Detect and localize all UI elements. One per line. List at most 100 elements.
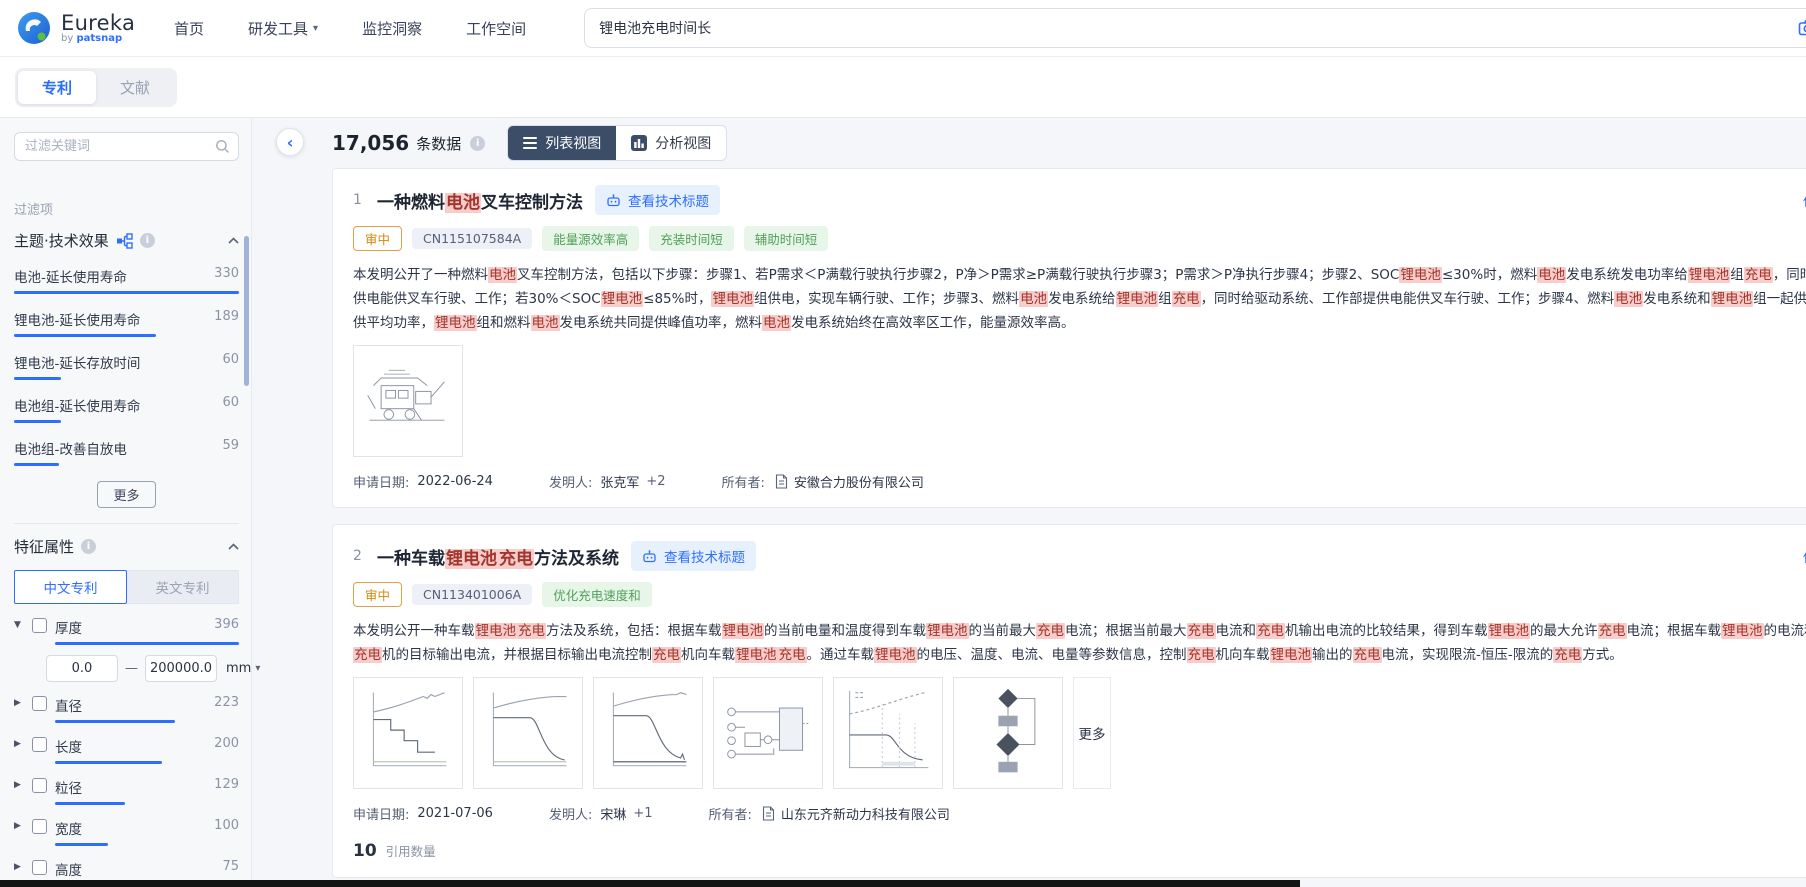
feature-filter-row[interactable]: ▶ 粒径129 — [14, 777, 239, 805]
patent-figure-thumbnail[interactable] — [593, 677, 703, 789]
nav-workspace[interactable]: 工作空间 — [466, 18, 526, 39]
patent-figure-thumbnail[interactable] — [353, 677, 463, 789]
patent-figure-thumbnail[interactable] — [713, 677, 823, 789]
inventor-more[interactable]: +2 — [646, 474, 665, 489]
info-icon[interactable]: i — [81, 539, 96, 554]
view-tech-title-button[interactable]: 查看技术标题 — [631, 541, 756, 571]
list-view-button[interactable]: 列表视图 — [508, 126, 616, 160]
range-max-input[interactable] — [145, 655, 217, 682]
patent-figures — [353, 345, 1806, 457]
inventor-more[interactable]: +1 — [633, 806, 652, 821]
topic-filter-count: 59 — [222, 438, 239, 458]
topic-filter-item[interactable]: 电池组-改善自放电59 — [14, 438, 239, 466]
tech-effect-tag[interactable]: 能量源效率高 — [542, 226, 639, 251]
camera-icon[interactable] — [1797, 17, 1806, 38]
topic-more-button[interactable]: 更多 — [97, 481, 155, 508]
patent-card: 1 一种燃料电池叉车控制方法 查看技术标题 保存 审中 CN115107584A… — [332, 168, 1806, 508]
analysis-view-button[interactable]: 分析视图 — [616, 126, 726, 160]
topic-filter-item[interactable]: 锂电池-延长使用寿命189 — [14, 309, 239, 337]
feature-filter-count: 223 — [214, 695, 239, 715]
keyword-filter-input[interactable] — [14, 132, 239, 161]
nav-monitor-insight[interactable]: 监控洞察 — [362, 18, 422, 39]
search-input[interactable] — [584, 8, 1806, 48]
feature-filter-label: 粒径 — [55, 777, 82, 797]
patent-abstract: 本发明公开一种车载锂电池充电方法及系统，包括：根据车载锂电池的当前电量和温度得到… — [353, 619, 1806, 667]
topic-filter-item[interactable]: 锂电池-延长存放时间60 — [14, 352, 239, 380]
patent-figures: 更多 — [353, 677, 1806, 789]
range-filter: — mm▾ — [46, 655, 239, 682]
info-icon[interactable]: i — [140, 233, 155, 248]
bar-chart-icon — [631, 135, 647, 151]
sidebar-collapse-button[interactable]: ‹ — [276, 128, 304, 156]
triangle-down-icon[interactable]: ▼ — [14, 620, 24, 630]
patent-figure-thumbnail[interactable] — [953, 677, 1063, 789]
patent-language-tabs: 中文专利 英文专利 — [14, 570, 239, 604]
publication-number[interactable]: CN115107584A — [412, 228, 532, 249]
feature-filter-count: 75 — [222, 859, 239, 879]
topic-filter-item[interactable]: 电池组-延长使用寿命60 — [14, 395, 239, 423]
chevron-up-icon[interactable] — [228, 237, 239, 244]
info-icon[interactable]: i — [470, 136, 485, 151]
more-figures-button[interactable]: 更多 — [1073, 677, 1111, 789]
result-type-tabs: 专利 文献 — [15, 68, 177, 107]
feature-filter-count: 100 — [214, 818, 239, 838]
feature-filter-bar — [55, 642, 239, 645]
checkbox[interactable] — [32, 778, 47, 793]
triangle-right-icon[interactable]: ▶ — [14, 698, 24, 708]
tech-effect-tag[interactable]: 充装时间短 — [649, 226, 734, 251]
patent-card-header: 1 一种燃料电池叉车控制方法 查看技术标题 — [353, 185, 1806, 215]
feature-filter-count: 396 — [214, 617, 239, 637]
checkbox[interactable] — [32, 737, 47, 752]
checkbox[interactable] — [32, 618, 47, 633]
checkbox[interactable] — [32, 819, 47, 834]
result-index: 1 — [353, 192, 365, 208]
patent-figure-thumbnail[interactable] — [353, 345, 463, 457]
topic-filter-label: 电池-延长使用寿命 — [14, 266, 127, 286]
tab-patent[interactable]: 专利 — [18, 71, 96, 104]
topic-filter-item[interactable]: 电池-延长使用寿命330 — [14, 266, 239, 294]
hierarchy-icon[interactable] — [116, 233, 133, 249]
feature-filter-row[interactable]: ▶ 直径223 — [14, 695, 239, 723]
feature-section-header[interactable]: 特征属性 i — [14, 536, 239, 557]
chevron-up-icon[interactable] — [228, 543, 239, 550]
tab-english-patent[interactable]: 英文专利 — [127, 570, 239, 604]
publication-number[interactable]: CN113401006A — [412, 584, 532, 605]
feature-filter-row[interactable]: ▶ 长度200 — [14, 736, 239, 764]
tab-chinese-patent[interactable]: 中文专利 — [14, 570, 127, 604]
patent-figure-thumbnail[interactable] — [473, 677, 583, 789]
triangle-right-icon[interactable]: ▶ — [14, 821, 24, 831]
tab-literature[interactable]: 文献 — [96, 71, 174, 104]
robot-icon — [642, 549, 657, 564]
topic-section-header[interactable]: 主题·技术效果 i — [14, 230, 239, 251]
nav-rd-tools[interactable]: 研发工具▾ — [248, 18, 318, 39]
apply-date: 申请日期: 2022-06-24 — [353, 472, 493, 491]
topic-filter-count: 60 — [222, 352, 239, 372]
feature-filter-label: 高度 — [55, 859, 82, 879]
checkbox[interactable] — [32, 696, 47, 711]
tech-effect-tag[interactable]: 优化充电速度和 — [542, 582, 652, 607]
sidebar-scrollbar[interactable] — [244, 236, 249, 386]
top-bar: Eureka by patsnap 首页 研发工具▾ 监控洞察 工作空间 ? — [0, 0, 1806, 57]
triangle-right-icon[interactable]: ▶ — [14, 780, 24, 790]
triangle-right-icon[interactable]: ▶ — [14, 862, 24, 872]
robot-icon — [606, 193, 621, 208]
topic-filter-bar — [14, 291, 239, 294]
patent-title[interactable]: 一种燃料电池叉车控制方法 — [377, 188, 583, 213]
tech-effect-tag[interactable]: 辅助时间短 — [744, 226, 829, 251]
result-index: 2 — [353, 548, 365, 564]
eureka-logo[interactable]: Eureka by patsnap — [16, 10, 158, 46]
nav-home[interactable]: 首页 — [174, 18, 204, 39]
view-tech-title-button[interactable]: 查看技术标题 — [595, 185, 720, 215]
feature-filter-row[interactable]: ▶ 宽度100 — [14, 818, 239, 846]
feature-filter-row[interactable]: ▼ 厚度396 — [14, 617, 239, 645]
inventor: 发明人: 张克军 +2 — [549, 472, 666, 491]
patent-figure-thumbnail[interactable] — [833, 677, 943, 789]
citation-label: 引用数量 — [386, 841, 436, 860]
chevron-down-icon: ▾ — [313, 23, 318, 34]
topic-filter-bar — [14, 463, 59, 466]
triangle-right-icon[interactable]: ▶ — [14, 739, 24, 749]
feature-filter-label: 长度 — [55, 736, 82, 756]
range-min-input[interactable] — [46, 655, 118, 682]
checkbox[interactable] — [32, 860, 47, 875]
patent-title[interactable]: 一种车载锂电池充电方法及系统 — [377, 544, 619, 569]
